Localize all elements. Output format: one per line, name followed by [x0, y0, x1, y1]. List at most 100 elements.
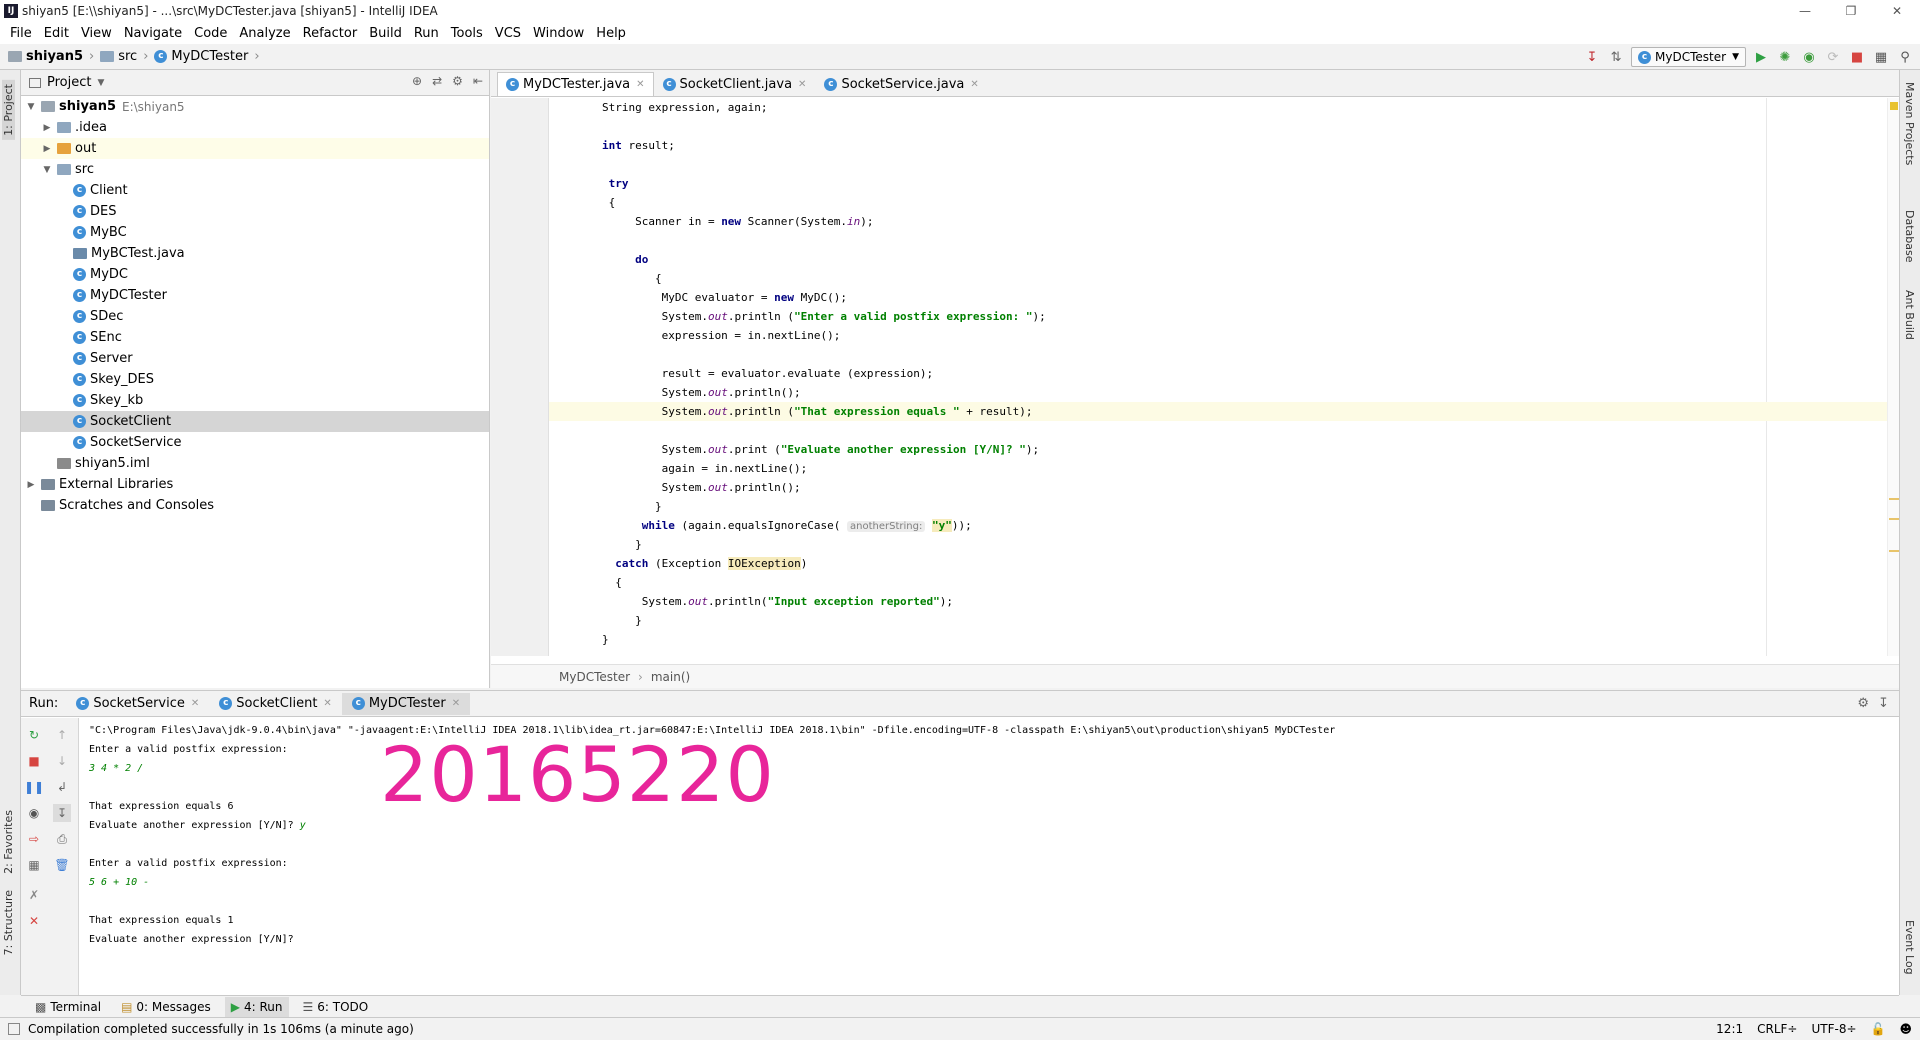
run-icon[interactable]: ▶ — [1752, 48, 1770, 66]
close-icon[interactable]: ✕ — [1874, 0, 1920, 22]
editor-breadcrumb-method[interactable]: main() — [651, 670, 690, 684]
stop-icon[interactable]: ■ — [25, 752, 43, 770]
menu-view[interactable]: View — [75, 26, 118, 41]
file-encoding[interactable]: UTF-8÷ — [1811, 1022, 1856, 1036]
tree-item[interactable]: c Client — [21, 180, 489, 201]
chevron-down-icon[interactable]: ▼ — [41, 165, 53, 175]
gear-icon[interactable]: ⚙ — [452, 74, 463, 88]
tree-item[interactable]: ▼ shiyan5 E:\shiyan5 — [21, 96, 489, 117]
chevron-down-icon[interactable]: ▼ — [97, 78, 104, 88]
layout-icon[interactable]: ▦ — [25, 856, 43, 874]
project-structure-icon[interactable]: ▦ — [1872, 48, 1890, 66]
tab-socketservice[interactable]: c SocketService.java ✕ — [815, 72, 987, 96]
menu-tools[interactable]: Tools — [445, 26, 489, 41]
print-icon[interactable]: ⎙ — [53, 830, 71, 848]
menu-edit[interactable]: Edit — [38, 26, 75, 41]
warning-marker[interactable] — [1889, 498, 1899, 500]
tree-item[interactable]: c SEnc — [21, 327, 489, 348]
target-icon[interactable]: ⊕ — [412, 74, 422, 88]
stop-icon[interactable]: ■ — [1848, 48, 1866, 66]
inspection-status-icon[interactable] — [1890, 102, 1898, 110]
hide-icon[interactable]: ↧ — [1878, 696, 1889, 711]
tree-item[interactable]: ▶ .idea — [21, 117, 489, 138]
tree-item[interactable]: c SocketService — [21, 432, 489, 453]
menu-refactor[interactable]: Refactor — [297, 26, 364, 41]
console-output[interactable]: "C:\Program Files\Java\jdk-9.0.4\bin\jav… — [89, 721, 1889, 949]
tree-item[interactable]: c Skey_kb — [21, 390, 489, 411]
menu-vcs[interactable]: VCS — [489, 26, 527, 41]
tree-item[interactable]: shiyan5.iml — [21, 453, 489, 474]
menu-navigate[interactable]: Navigate — [118, 26, 188, 41]
breadcrumb-src[interactable]: src — [118, 49, 137, 64]
chevron-right-icon[interactable]: ▶ — [25, 480, 37, 490]
close-icon[interactable]: ✕ — [25, 912, 43, 930]
chevron-right-icon[interactable]: ▶ — [41, 144, 53, 154]
tab-project[interactable]: 1: Project — [2, 80, 15, 140]
chevron-right-icon[interactable]: ▶ — [41, 123, 53, 133]
tree-item[interactable]: ▼ src — [21, 159, 489, 180]
tree-item[interactable]: c Skey_DES — [21, 369, 489, 390]
tab-messages[interactable]: ▤ 0: Messages — [115, 997, 217, 1017]
menu-file[interactable]: File — [4, 26, 38, 41]
coverage-icon[interactable]: ◉ — [1800, 48, 1818, 66]
run-tab-mydctester[interactable]: c MyDCTester ✕ — [341, 692, 471, 715]
tab-favorites[interactable]: 2: Favorites — [2, 810, 15, 874]
breadcrumb-project[interactable]: shiyan5 — [26, 49, 83, 64]
run-tab-socketservice[interactable]: c SocketService ✕ — [66, 693, 209, 715]
profile-icon[interactable]: ⟳ — [1824, 48, 1842, 66]
caret-position[interactable]: 12:1 — [1716, 1022, 1743, 1036]
download-icon[interactable]: ↧ — [1583, 48, 1601, 66]
close-icon[interactable]: ✕ — [452, 698, 460, 709]
tab-mydctester[interactable]: c MyDCTester.java ✕ — [497, 72, 654, 96]
inspector-icon[interactable]: ☻ — [1899, 1022, 1912, 1036]
tab-structure[interactable]: 7: Structure — [2, 890, 15, 955]
trash-icon[interactable]: 🗑 — [53, 856, 71, 874]
run-tab-socketclient[interactable]: c SocketClient ✕ — [209, 693, 342, 715]
warning-marker[interactable] — [1889, 518, 1899, 520]
tree-item[interactable]: c DES — [21, 201, 489, 222]
tree-item[interactable]: c MyDCTester — [21, 285, 489, 306]
up-icon[interactable]: ↑ — [53, 726, 71, 744]
editor-breadcrumb-class[interactable]: MyDCTester — [559, 670, 630, 684]
scroll-to-end-icon[interactable]: ↧ — [53, 804, 71, 822]
down-icon[interactable]: ↓ — [53, 752, 71, 770]
tree-item[interactable]: ▶ out — [21, 138, 489, 159]
tab-socketclient[interactable]: c SocketClient.java ✕ — [654, 72, 816, 96]
tab-terminal[interactable]: ▩ Terminal — [29, 997, 107, 1017]
warning-marker[interactable] — [1889, 550, 1899, 552]
sort-icon[interactable]: ⇅ — [1607, 48, 1625, 66]
menu-help[interactable]: Help — [590, 26, 632, 41]
gear-icon[interactable]: ⚙ — [1857, 696, 1869, 711]
tree-item[interactable]: c MyDC — [21, 264, 489, 285]
menu-analyze[interactable]: Analyze — [233, 26, 296, 41]
pin-icon[interactable]: ✗ — [25, 886, 43, 904]
tree-item[interactable]: c SocketClient — [21, 411, 489, 432]
tree-item[interactable]: c Server — [21, 348, 489, 369]
tree-item[interactable]: Scratches and Consoles — [21, 495, 489, 516]
minimize-icon[interactable]: — — [1782, 0, 1828, 22]
tab-maven-projects[interactable]: Maven Projects — [1903, 82, 1916, 165]
tab-database[interactable]: Database — [1903, 210, 1916, 263]
collapse-icon[interactable]: ⇄ — [432, 74, 442, 88]
project-view-select[interactable]: Project — [47, 75, 91, 90]
tab-run[interactable]: ▶ 4: Run — [224, 996, 289, 1017]
menu-code[interactable]: Code — [188, 26, 233, 41]
line-separator[interactable]: CRLF÷ — [1757, 1022, 1797, 1036]
close-icon[interactable]: ✕ — [191, 698, 199, 709]
tool-windows-icon[interactable] — [8, 1023, 20, 1035]
lock-icon[interactable]: 🔓 — [1871, 1022, 1886, 1036]
exit-icon[interactable]: ⇨ — [25, 830, 43, 848]
menu-run[interactable]: Run — [408, 26, 445, 41]
tree-item[interactable]: ▶ External Libraries — [21, 474, 489, 495]
editor-scrollbar[interactable] — [1887, 98, 1899, 656]
pause-icon[interactable]: ❚❚ — [24, 778, 44, 796]
close-icon[interactable]: ✕ — [323, 698, 331, 709]
close-icon[interactable]: ✕ — [970, 79, 978, 90]
tab-ant-build[interactable]: Ant Build — [1903, 290, 1916, 340]
search-icon[interactable]: ⚲ — [1896, 48, 1914, 66]
tree-item[interactable]: c SDec — [21, 306, 489, 327]
status-message[interactable]: Compilation completed successfully in 1s… — [28, 1022, 414, 1036]
editor-gutter[interactable] — [491, 98, 549, 656]
run-config-select[interactable]: c MyDCTester ▼ — [1631, 47, 1746, 67]
debug-icon[interactable]: ✺ — [1776, 48, 1794, 66]
